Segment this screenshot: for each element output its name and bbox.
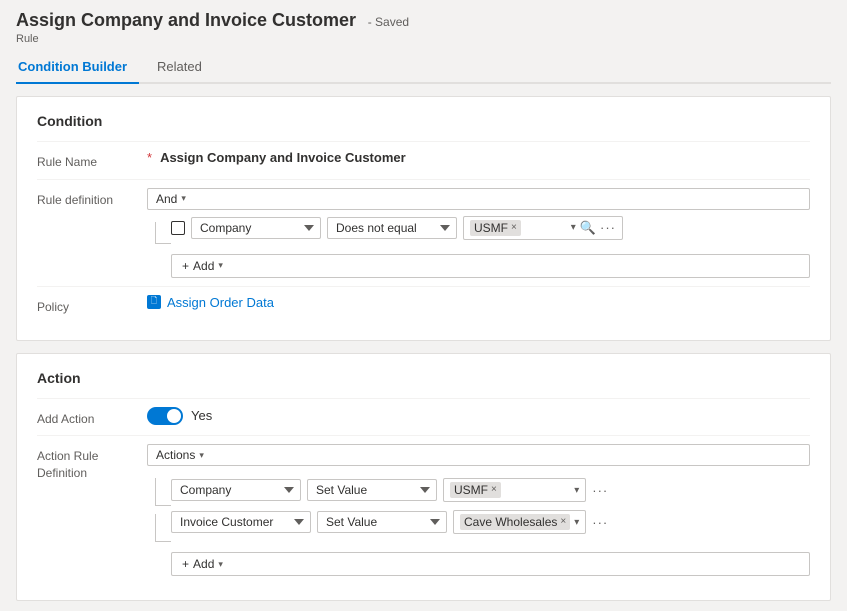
rule-name-label: Rule Name xyxy=(37,150,147,171)
action-add-label: Add xyxy=(193,557,214,571)
toggle-container: Yes xyxy=(147,407,810,425)
policy-content: 🗋 Assign Order Data xyxy=(147,295,810,310)
policy-doc-icon: 🗋 xyxy=(147,295,161,309)
action-chevron-2[interactable]: ▾ xyxy=(574,517,579,528)
action-rule-def-label: Action Rule Definition xyxy=(37,444,147,482)
policy-link-text: Assign Order Data xyxy=(167,295,274,310)
rule-name-value: Assign Company and Invoice Customer xyxy=(160,150,406,165)
action-rule-definition-row: Action Rule Definition Actions ▾ xyxy=(37,435,810,584)
action-operator-select-1[interactable]: Set Value xyxy=(307,479,437,501)
policy-link[interactable]: 🗋 Assign Order Data xyxy=(147,295,810,310)
action-value-input-1[interactable]: USMF × ▾ xyxy=(443,478,586,502)
toggle-yes-label: Yes xyxy=(191,408,212,423)
add-action-toggle[interactable] xyxy=(147,407,183,425)
tab-related[interactable]: Related xyxy=(155,51,214,84)
add-action-label: Add Action xyxy=(37,407,147,428)
action-chevron-1[interactable]: ▾ xyxy=(574,485,579,496)
policy-label: Policy xyxy=(37,295,147,316)
chevron-down-icon[interactable]: ▾ xyxy=(571,222,576,233)
rule-name-content: * Assign Company and Invoice Customer xyxy=(147,150,810,165)
required-star: * xyxy=(147,150,152,165)
action-field-select-2[interactable]: Invoice Customer xyxy=(171,511,311,533)
condition-add-label: Add xyxy=(193,259,214,273)
condition-add-button[interactable]: + Add ▾ xyxy=(171,254,810,278)
action-tag-close-2[interactable]: × xyxy=(560,517,566,527)
actions-operator-label: Actions xyxy=(156,448,195,462)
action-tag-close-1[interactable]: × xyxy=(491,485,497,495)
action-tag-text-2: Cave Wholesales xyxy=(464,515,557,529)
condition-operator-select[interactable]: Does not equal xyxy=(327,217,457,239)
action-section-title: Action xyxy=(37,370,810,386)
action-row-1: Company Set Value USMF × ▾ xyxy=(171,478,608,502)
action-add-chevron-icon: ▾ xyxy=(218,559,223,570)
action-ellipsis-2[interactable]: ··· xyxy=(592,515,608,530)
add-action-row: Add Action Yes xyxy=(37,398,810,436)
rule-definition-content: And ▾ Company Does not equal xyxy=(147,188,810,278)
page-subtitle: Rule xyxy=(16,33,831,45)
condition-tag-text: USMF xyxy=(474,221,508,235)
search-icon[interactable]: 🔍 xyxy=(580,220,596,236)
action-value-input-2[interactable]: Cave Wholesales × ▾ xyxy=(453,510,586,534)
and-operator-dropdown[interactable]: And ▾ xyxy=(147,188,810,210)
policy-row: Policy 🗋 Assign Order Data xyxy=(37,286,810,324)
tag-input-actions: ▾ 🔍 ··· xyxy=(571,220,616,236)
toggle-knob xyxy=(167,409,181,423)
condition-checkbox[interactable] xyxy=(171,221,185,235)
page-title: Assign Company and Invoice Customer xyxy=(16,10,356,30)
action-tag-text-1: USMF xyxy=(454,483,488,497)
action-value-tag-2: Cave Wholesales × xyxy=(460,514,570,530)
condition-section-title: Condition xyxy=(37,113,810,129)
and-operator-label: And xyxy=(156,192,177,206)
page-header: Assign Company and Invoice Customer - Sa… xyxy=(16,10,831,45)
tab-condition-builder[interactable]: Condition Builder xyxy=(16,51,139,84)
actions-chevron-icon: ▾ xyxy=(199,450,204,461)
ellipsis-icon[interactable]: ··· xyxy=(600,220,616,235)
action-rule-def-content: Actions ▾ Company xyxy=(147,444,810,576)
add-chevron-icon: ▾ xyxy=(218,260,223,271)
action-value-tag-1: USMF × xyxy=(450,482,501,498)
condition-tag-close-icon[interactable]: × xyxy=(511,223,517,233)
action-section: Action Add Action Yes Action Rule Defini… xyxy=(16,353,831,602)
condition-section: Condition Rule Name * Assign Company and… xyxy=(16,96,831,341)
rule-definition-label: Rule definition xyxy=(37,188,147,209)
condition-value-input[interactable]: USMF × ▾ 🔍 ··· xyxy=(463,216,623,240)
page-container: Assign Company and Invoice Customer - Sa… xyxy=(0,0,847,611)
tabs-container: Condition Builder Related xyxy=(16,51,831,84)
rule-name-row: Rule Name * Assign Company and Invoice C… xyxy=(37,141,810,179)
action-ellipsis-1[interactable]: ··· xyxy=(592,483,608,498)
condition-field-select[interactable]: Company xyxy=(191,217,321,239)
condition-row-1: Company Does not equal USMF × ▾ xyxy=(171,216,623,240)
actions-operator-dropdown[interactable]: Actions ▾ xyxy=(147,444,810,466)
action-field-select-1[interactable]: Company xyxy=(171,479,301,501)
add-action-content: Yes xyxy=(147,407,810,425)
add-plus-icon: + xyxy=(182,259,189,273)
action-row-2: Invoice Customer Set Value Cave Wholesal… xyxy=(171,510,608,534)
and-chevron-icon: ▾ xyxy=(181,193,186,204)
action-operator-select-2[interactable]: Set Value xyxy=(317,511,447,533)
rule-definition-row: Rule definition And ▾ Company xyxy=(37,179,810,286)
condition-value-tag: USMF × xyxy=(470,220,521,236)
action-add-plus-icon: + xyxy=(182,557,189,571)
saved-badge: - Saved xyxy=(368,15,409,29)
